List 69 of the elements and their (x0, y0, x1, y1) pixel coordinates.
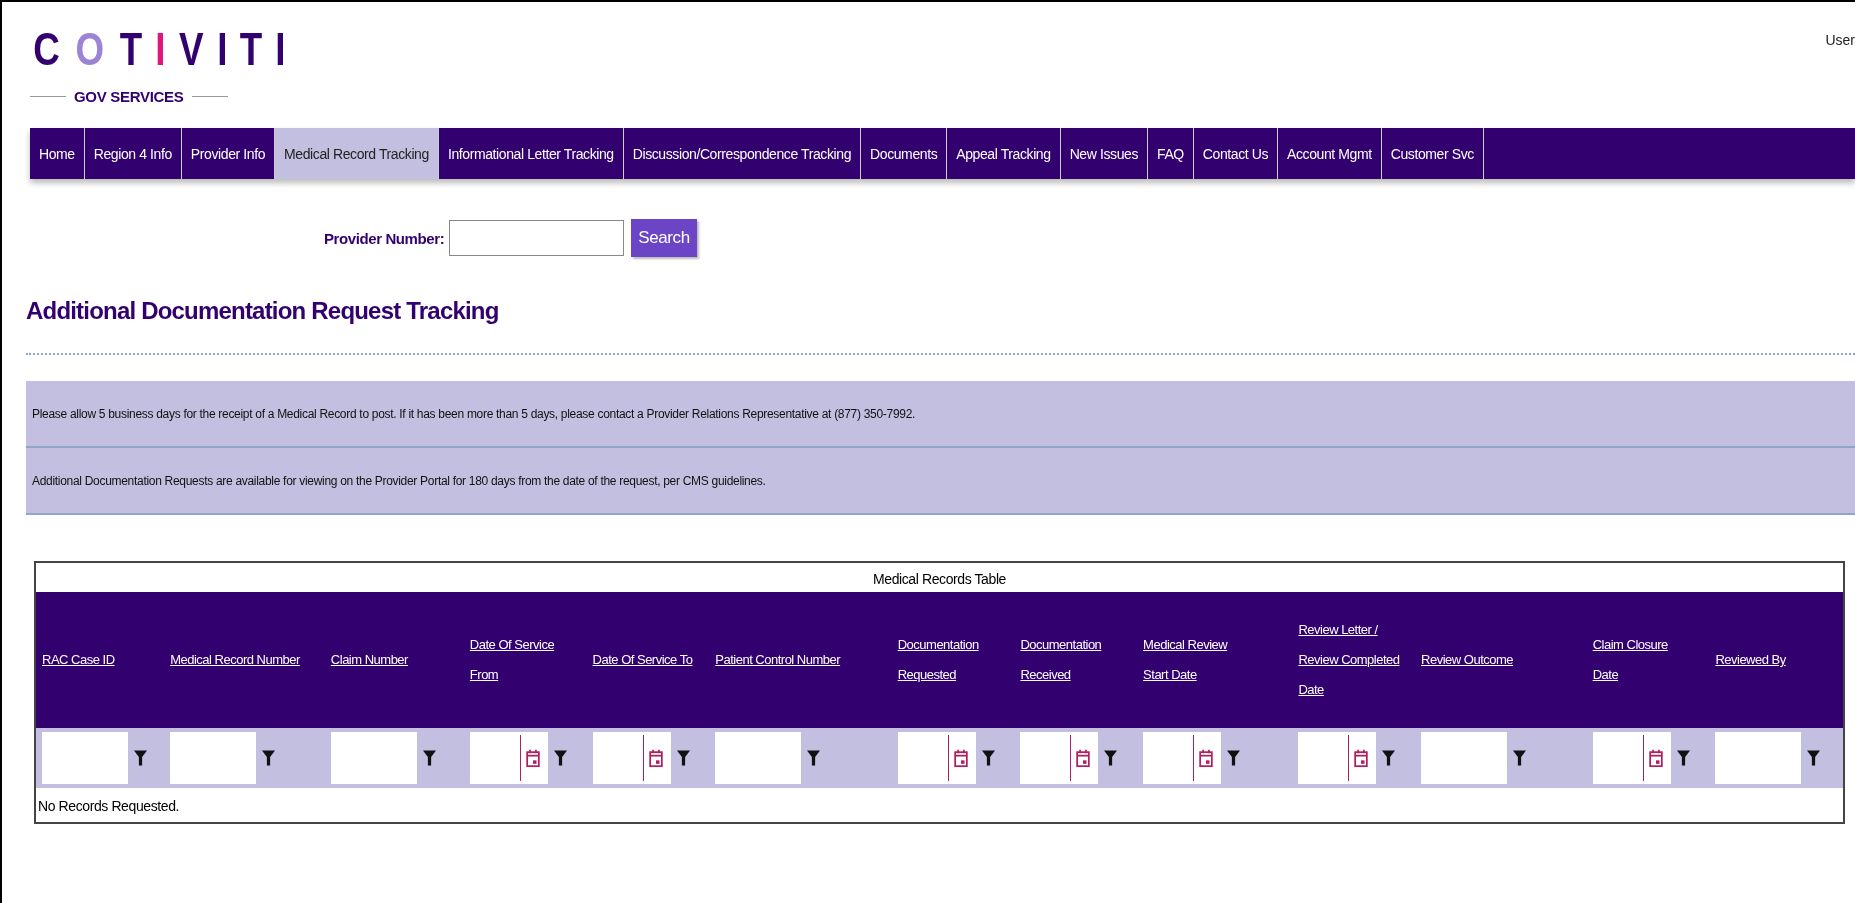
logo-letter: C (33, 26, 60, 72)
logo-letter: V (179, 26, 204, 72)
column-header-link[interactable]: Documentation Received (1020, 630, 1121, 690)
filter-icon[interactable] (981, 749, 995, 767)
user-label: User (1825, 32, 1855, 48)
filter-icon[interactable] (134, 749, 147, 767)
filter-icon[interactable] (1807, 749, 1821, 767)
filter-icon[interactable] (422, 749, 436, 767)
logo-letter: I (155, 26, 166, 72)
calendar-icon[interactable] (648, 748, 663, 768)
filter-icon[interactable] (1382, 749, 1396, 767)
filter-field[interactable] (715, 732, 802, 784)
nav-tab[interactable]: Informational Letter Tracking (438, 128, 624, 179)
column-header-link[interactable]: Review Outcome (1421, 645, 1514, 675)
filter-icon[interactable] (262, 749, 276, 767)
filter-field[interactable] (1715, 732, 1802, 784)
logo-letter: I (216, 26, 228, 72)
logo-tagline: GOV SERVICES (74, 88, 184, 105)
filter-field[interactable] (330, 732, 417, 784)
filter-icon[interactable] (1104, 749, 1118, 767)
logo-letter: O (75, 26, 105, 72)
page-heading: Additional Documentation Request Tracking (26, 297, 500, 325)
nav-tab[interactable]: Account Mgmt (1278, 128, 1382, 179)
column-header-link[interactable]: Claim Closure Date (1592, 630, 1693, 690)
filter-icon[interactable] (1513, 749, 1527, 767)
column-header-link[interactable]: Date Of Service To (592, 645, 693, 675)
calendar-icon[interactable] (953, 748, 968, 768)
nav-tab[interactable]: Home (30, 128, 85, 179)
column-header-link[interactable]: Patient Control Number (715, 645, 841, 675)
table-caption: Medical Records Table (872, 570, 1007, 589)
filter-icon[interactable] (553, 749, 567, 767)
nav-tab[interactable]: Customer Svc (1381, 128, 1484, 179)
calendar-icon[interactable] (1648, 748, 1663, 768)
nav-tab[interactable]: Medical Record Tracking (275, 128, 439, 179)
filter-field[interactable] (1421, 732, 1508, 784)
column-header-link[interactable]: Documentation Requested (897, 630, 998, 690)
nav-tab[interactable]: Discussion/Correspondence Tracking (623, 128, 862, 179)
column-header-link[interactable]: Medical Record Number (170, 645, 300, 675)
notice-text: Please allow 5 business days for the receipt of a Medical Record to post. If it has been more than 5 days, please contact a Provider Relations Representative at (877) 350-7992. (32, 406, 916, 421)
column-header-link[interactable]: Reviewed By (1715, 645, 1786, 675)
column-header-link[interactable]: Claim Number (330, 645, 408, 675)
calendar-icon[interactable] (1076, 748, 1091, 768)
nav-tab[interactable]: FAQ (1148, 128, 1194, 179)
nav-tab[interactable]: Appeal Tracking (947, 128, 1061, 179)
column-header-link[interactable]: Medical Review Start Date (1143, 630, 1248, 690)
column-header-link[interactable]: Date Of Service From (469, 630, 574, 690)
nav-tab[interactable]: Region 4 Info (84, 128, 182, 179)
search-button[interactable]: Search (631, 219, 697, 257)
provider-number-label: Provider Number: (324, 229, 445, 247)
nav-tab[interactable]: Documents (861, 128, 948, 179)
nav-tab[interactable]: New Issues (1060, 128, 1148, 179)
filter-field[interactable] (42, 732, 128, 784)
filter-icon[interactable] (676, 749, 690, 767)
logo-letter: I (275, 26, 286, 72)
filter-icon[interactable] (1676, 749, 1690, 767)
calendar-icon[interactable] (1354, 748, 1369, 768)
nav-tab[interactable]: Contact Us (1193, 128, 1279, 179)
column-header-link[interactable]: Review Letter / Review Completed Date (1298, 615, 1403, 705)
filter-icon[interactable] (1227, 749, 1241, 767)
calendar-icon[interactable] (1199, 748, 1214, 768)
filter-icon[interactable] (807, 749, 821, 767)
notice-text: Additional Documentation Requests are available for viewing on the Provider Portal for 180 days from the date of the request, per CMS guidelines. (32, 473, 766, 488)
filter-field[interactable] (170, 732, 257, 784)
logo-letter: T (119, 26, 143, 72)
empty-message: No Records Requested. (37, 797, 180, 816)
logo-letter: T (240, 26, 263, 72)
calendar-icon[interactable] (525, 748, 540, 768)
provider-number-field[interactable] (449, 220, 625, 256)
column-header-link[interactable]: RAC Case ID (42, 645, 115, 675)
